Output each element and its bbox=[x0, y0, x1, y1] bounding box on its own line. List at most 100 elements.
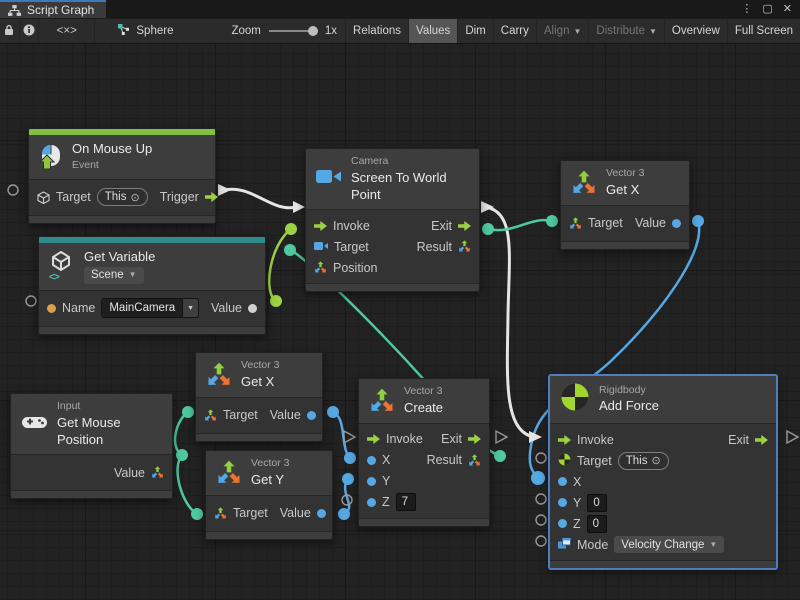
invoke-label: Invoke bbox=[333, 219, 370, 233]
wire-mousepos-to-gety-target[interactable] bbox=[178, 455, 197, 514]
z-port[interactable] bbox=[558, 519, 567, 528]
y-port[interactable] bbox=[367, 477, 376, 486]
port-create-invoke-input[interactable] bbox=[344, 431, 355, 443]
target-object-field[interactable]: This ⊙ bbox=[97, 188, 148, 206]
node-get-x-mid[interactable]: Vector 3 Get X Target Value bbox=[195, 352, 323, 442]
vector3-icon[interactable] bbox=[468, 454, 481, 467]
node-get-mouse-position[interactable]: Input Get Mouse Position Value bbox=[10, 393, 173, 499]
target-label: Target bbox=[588, 216, 623, 230]
z-value-field[interactable]: 7 bbox=[396, 493, 416, 511]
port-camera-invoke-input[interactable] bbox=[293, 201, 305, 213]
invoke-label: Invoke bbox=[386, 432, 423, 446]
port-gety-value-output[interactable] bbox=[338, 508, 350, 520]
flow-arrow-icon[interactable] bbox=[755, 435, 768, 445]
port-create-x-input[interactable] bbox=[344, 452, 356, 464]
node-create-vector3[interactable]: Vector 3 Create Invoke Exit X Result bbox=[358, 378, 490, 527]
wire-camera-exit-to-addforce-invoke[interactable] bbox=[486, 207, 530, 436]
y-label: Y bbox=[573, 496, 581, 510]
value-label: Value bbox=[270, 408, 301, 422]
flow-arrow-icon[interactable] bbox=[367, 434, 380, 444]
value-label: Value bbox=[211, 301, 242, 315]
wire-getx-value-to-create-x[interactable] bbox=[333, 412, 350, 458]
port-camera-target-input[interactable] bbox=[285, 223, 297, 235]
force-mode-dropdown[interactable]: Velocity Change ▼ bbox=[614, 536, 724, 553]
variable-name-select[interactable]: MainCamera ▼ bbox=[101, 298, 199, 318]
result-label: Result bbox=[427, 453, 462, 467]
node-title: Get X bbox=[606, 182, 645, 199]
port-addforce-z-input[interactable] bbox=[536, 515, 546, 525]
chevron-down-icon: ▼ bbox=[129, 270, 137, 280]
z-port[interactable] bbox=[367, 498, 376, 507]
value-port[interactable] bbox=[248, 304, 257, 313]
port-camera-exit-output[interactable] bbox=[481, 201, 494, 213]
wire-mousepos-to-getx-target[interactable] bbox=[175, 412, 188, 455]
object-picker-icon[interactable]: ⊙ bbox=[130, 191, 139, 204]
flow-arrow-icon[interactable] bbox=[468, 434, 481, 444]
port-variable-value-output[interactable] bbox=[270, 295, 282, 307]
port-addforce-mode-input[interactable] bbox=[536, 536, 546, 546]
wire-camera-result-to-getx-target[interactable] bbox=[488, 220, 551, 230]
port-create-exit-output[interactable] bbox=[496, 431, 507, 443]
port-camera-position-input[interactable] bbox=[284, 244, 296, 256]
port-getxmid-target-input[interactable] bbox=[182, 406, 194, 418]
node-get-y[interactable]: Vector 3 Get Y Target Value bbox=[205, 450, 333, 540]
flow-arrow-icon[interactable] bbox=[558, 435, 571, 445]
vector3-icon[interactable] bbox=[204, 409, 217, 422]
port-create-y-input[interactable] bbox=[342, 473, 354, 485]
y-port[interactable] bbox=[558, 498, 567, 507]
port-getxright-target-input[interactable] bbox=[546, 215, 558, 227]
port-getvariable-unconnected[interactable] bbox=[26, 296, 36, 306]
node-category: Input bbox=[57, 400, 162, 414]
x-port[interactable] bbox=[367, 456, 376, 465]
node-get-variable[interactable]: <> Get Variable Scene ▼ Name MainCamera … bbox=[38, 236, 266, 335]
port-addforce-x-input[interactable] bbox=[531, 471, 545, 485]
trigger-label: Trigger bbox=[160, 190, 199, 204]
port-camera-result-output[interactable] bbox=[482, 223, 494, 235]
rigidbody-mini-icon bbox=[558, 453, 571, 469]
node-screen-to-world-point[interactable]: Camera Screen To World Point Invoke Exit… bbox=[305, 148, 480, 292]
port-onmouseup-unconnected[interactable] bbox=[8, 185, 18, 195]
x-port[interactable] bbox=[558, 477, 567, 486]
vector3-icon[interactable] bbox=[458, 240, 471, 253]
node-add-force[interactable]: Rigidbody Add Force Invoke Exit Target T… bbox=[549, 375, 777, 569]
node-get-x-right[interactable]: Vector 3 Get X Target Value bbox=[560, 160, 690, 250]
vector3-icon bbox=[369, 388, 395, 414]
flow-arrow-icon[interactable] bbox=[458, 221, 471, 231]
y-value-field[interactable]: 0 bbox=[587, 494, 607, 512]
flow-arrow-icon[interactable] bbox=[314, 221, 327, 231]
node-category: Vector 3 bbox=[606, 167, 645, 181]
value-port[interactable] bbox=[317, 509, 326, 518]
wire-variable-to-camera-target[interactable] bbox=[269, 229, 291, 301]
x-label: X bbox=[382, 453, 390, 467]
variable-scope-dropdown[interactable]: Scene ▼ bbox=[84, 267, 144, 284]
port-getxright-value-output[interactable] bbox=[692, 215, 704, 227]
port-addforce-target-input[interactable] bbox=[536, 453, 546, 463]
node-category: Vector 3 bbox=[241, 359, 280, 373]
port-gety-target-input[interactable] bbox=[191, 508, 203, 520]
name-port[interactable] bbox=[47, 304, 56, 313]
object-picker-icon[interactable]: ⊙ bbox=[651, 454, 660, 467]
node-subtitle: Event bbox=[72, 159, 152, 173]
value-port[interactable] bbox=[307, 411, 316, 420]
vector3-icon[interactable] bbox=[151, 466, 164, 479]
exit-label: Exit bbox=[441, 432, 462, 446]
z-value-field[interactable]: 0 bbox=[587, 515, 607, 533]
wire-trigger-to-camera-invoke[interactable] bbox=[224, 189, 296, 208]
port-trigger-output[interactable] bbox=[218, 184, 231, 196]
value-port[interactable] bbox=[672, 219, 681, 228]
vector3-icon[interactable] bbox=[314, 261, 327, 274]
y-label: Y bbox=[382, 474, 390, 488]
port-getxmid-value-output[interactable] bbox=[327, 406, 339, 418]
port-addforce-exit-output[interactable] bbox=[787, 431, 798, 443]
flow-arrow-icon[interactable] bbox=[205, 192, 218, 202]
vector3-icon[interactable] bbox=[569, 217, 582, 230]
port-addforce-y-input[interactable] bbox=[536, 494, 546, 504]
port-mousepos-value-output[interactable] bbox=[176, 449, 188, 461]
node-on-mouse-up[interactable]: On Mouse Up Event Target This ⊙ Trigger bbox=[28, 128, 216, 224]
target-label: Target bbox=[223, 408, 258, 422]
port-create-result-output[interactable] bbox=[494, 450, 506, 462]
chevron-down-icon: ▼ bbox=[709, 540, 717, 549]
target-label: Target bbox=[334, 240, 369, 254]
vector3-icon[interactable] bbox=[214, 507, 227, 520]
target-object-field[interactable]: This ⊙ bbox=[618, 452, 669, 470]
